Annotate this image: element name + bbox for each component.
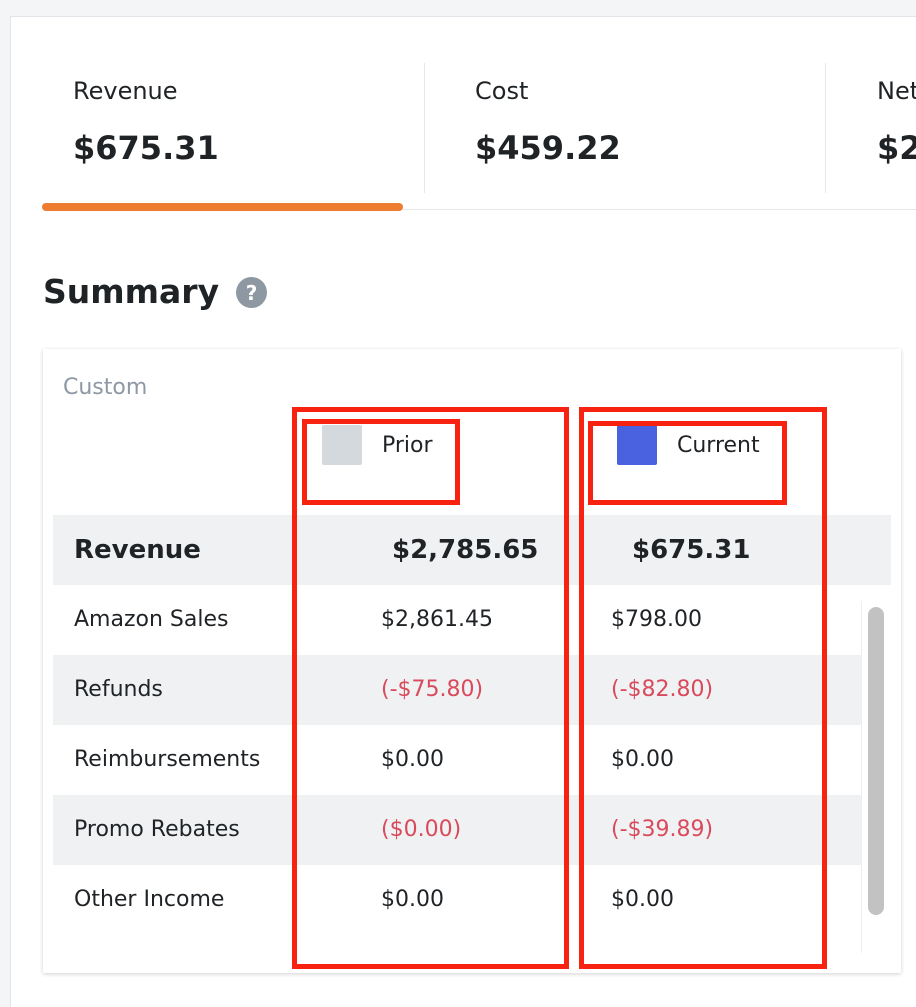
row-name: Refunds [74,677,163,702]
tab-net[interactable]: Net $2 [877,63,916,193]
metric-label-net: Net [877,77,916,105]
question-mark-circle-icon[interactable]: ? [236,277,267,308]
metric-value-cost: $459.22 [475,129,621,167]
summary-card: Custom Prior Current Revenue $2,785.65 $… [43,349,901,973]
metric-label-revenue: Revenue [73,77,178,105]
metric-value-revenue: $675.31 [73,129,219,167]
scrollbar-thumb[interactable] [868,607,884,915]
annotation-box-prior-legend [302,419,460,505]
tab-revenue[interactable]: Revenue $675.31 [73,63,413,193]
tab-divider [825,63,826,193]
active-tab-indicator [42,203,403,211]
metric-label-cost: Cost [475,77,529,105]
period-label[interactable]: Custom [63,375,147,400]
main-panel: Revenue $675.31 Cost $459.22 Net $2 Summ… [10,16,916,1007]
row-name: Reimbursements [74,747,261,772]
row-name: Amazon Sales [74,607,229,632]
annotation-box-current-legend [588,421,787,505]
row-name: Promo Rebates [74,817,240,842]
help-symbol: ? [245,280,258,305]
tab-cost[interactable]: Cost $459.22 [475,63,815,193]
tab-divider [424,63,425,193]
row-name: Other Income [74,887,225,912]
header-name: Revenue [74,535,201,565]
metric-value-net: $2 [877,129,916,167]
summary-title: Summary [43,272,220,311]
